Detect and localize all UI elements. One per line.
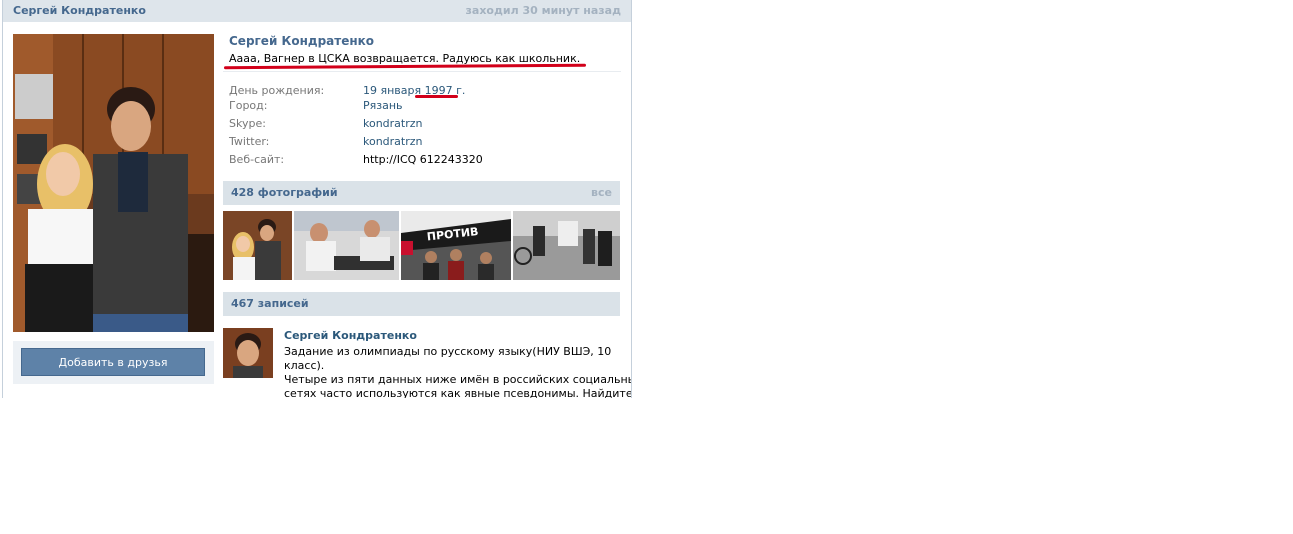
photos-all-link[interactable]: все (591, 186, 612, 199)
add-friend-box: Добавить в друзья (13, 341, 214, 384)
post-author-avatar[interactable] (223, 328, 273, 378)
photo-strip: ПРОТИВ (223, 211, 620, 280)
wall-section-header[interactable]: 467 записей (223, 292, 620, 316)
field-label: День рождения: (229, 84, 325, 97)
profile-header-bar: Сергей Кондратенко заходил 30 минут наза… (3, 0, 631, 22)
photos-count[interactable]: 428 фотографий (231, 186, 338, 199)
profile-status[interactable]: Аааа, Вагнер в ЦСКА возвращается. Радуюс… (229, 52, 580, 65)
add-friend-button[interactable]: Добавить в друзья (21, 348, 205, 376)
profile-name: Сергей Кондратенко (229, 34, 375, 48)
profile-page: Сергей Кондратенко заходил 30 минут наза… (2, 0, 632, 398)
post-text-line: Четыре из пяти данных ниже имён в россий… (284, 373, 632, 386)
field-label: Веб-сайт: (229, 153, 285, 166)
field-value-twitter[interactable]: kondratrzn (363, 135, 423, 148)
photos-section-header[interactable]: 428 фотографий все (223, 181, 620, 205)
wall-posts-count[interactable]: 467 записей (231, 297, 309, 310)
photo-thumb[interactable]: ПРОТИВ (401, 211, 511, 280)
photo-thumb[interactable] (294, 211, 399, 280)
post-text: Задание из олимпиады по русскому языку(Н… (284, 345, 632, 398)
profile-photo[interactable] (13, 34, 214, 332)
field-label: Город: (229, 99, 268, 112)
divider (223, 71, 621, 72)
last-seen-status: заходил 30 минут назад (465, 4, 621, 17)
post-author-name[interactable]: Сергей Кондратенко (284, 329, 417, 342)
field-value-skype[interactable]: kondratrzn (363, 117, 423, 130)
post-text-line: сетях часто используются как явные псевд… (284, 387, 632, 398)
avatar-column: Добавить в друзья (13, 34, 214, 384)
post-text-line: Задание из олимпиады по русскому языку(Н… (284, 345, 612, 358)
field-label: Skype: (229, 117, 266, 130)
field-value-city[interactable]: Рязань (363, 99, 403, 112)
birth-year-underline-annotation (415, 95, 458, 98)
post-text-line: класс). (284, 359, 325, 372)
header-name[interactable]: Сергей Кондратенко (13, 4, 146, 17)
photo-thumb[interactable] (223, 211, 292, 280)
field-value-website: http://ICQ 612243320 (363, 153, 483, 166)
field-label: Twitter: (229, 135, 270, 148)
photo-thumb[interactable] (513, 211, 620, 280)
